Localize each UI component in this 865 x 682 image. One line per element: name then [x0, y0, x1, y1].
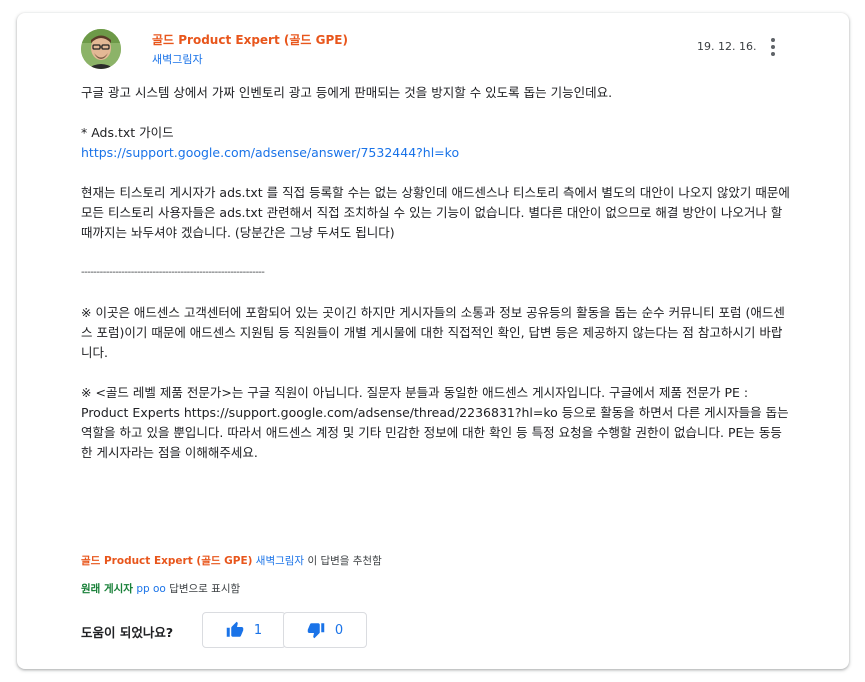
- paragraph-gpe-notice: ※ <골드 레벨 제품 전문가>는 구글 직원이 아닙니다. 질문자 분들과 동…: [81, 385, 789, 460]
- thumb-up-button[interactable]: 1: [202, 612, 286, 648]
- recommender-user[interactable]: 새벽그림자: [256, 555, 304, 567]
- guide-link[interactable]: https://support.google.com/adsense/answe…: [81, 145, 459, 160]
- thumb-down-count: 0: [334, 622, 344, 638]
- paragraph-intro: 구글 광고 시스템 상에서 가짜 인벤토리 광고 등에게 판매되는 것을 방지할…: [81, 85, 613, 100]
- original-poster-label: 원래 게시자: [81, 583, 133, 595]
- post-date: 19. 12. 16.: [697, 40, 757, 53]
- author-username-link[interactable]: 새벽그림자: [152, 51, 203, 67]
- more-vert-icon-dot: [771, 45, 775, 49]
- more-options-button[interactable]: [761, 35, 785, 59]
- thumb-up-icon: [226, 621, 244, 637]
- helpful-question: 도움이 되었나요?: [81, 625, 174, 640]
- paragraph-guide: * Ads.txt 가이드 https://support.google.com…: [81, 123, 791, 163]
- thumb-up-count: 1: [253, 622, 263, 638]
- original-poster-line: 원래 게시자 pp oo 답변으로 표시함: [81, 581, 240, 596]
- paragraph-tistory: 현재는 티스토리 게시자가 ads.txt 를 직접 등록할 수는 없는 상황인…: [81, 185, 790, 240]
- guide-title: * Ads.txt 가이드: [81, 125, 174, 140]
- avatar-portrait-icon: [81, 29, 121, 69]
- avatar[interactable]: [81, 29, 121, 69]
- more-vert-icon-dot: [771, 52, 775, 56]
- recommendation-line: 골드 Product Expert (골드 GPE) 새벽그림자 이 답변을 추…: [81, 553, 382, 568]
- original-poster-user[interactable]: pp oo: [136, 583, 166, 595]
- reply-body: 구글 광고 시스템 상에서 가짜 인벤토리 광고 등에게 판매되는 것을 방지할…: [81, 83, 791, 483]
- original-poster-suffix: 답변으로 표시함: [169, 583, 241, 595]
- thumb-down-button[interactable]: 0: [283, 612, 367, 648]
- divider-line: ----------------------------------------…: [81, 267, 265, 278]
- more-vert-icon: [771, 38, 775, 42]
- author-badge-name[interactable]: 골드 Product Expert (골드 GPE): [152, 31, 348, 48]
- recommendation-suffix: 이 답변을 추천함: [307, 555, 382, 567]
- recommender-badge[interactable]: 골드 Product Expert (골드 GPE): [81, 555, 252, 567]
- thumb-down-icon: [307, 623, 325, 639]
- reply-card: 골드 Product Expert (골드 GPE) 새벽그림자 19. 12.…: [17, 13, 849, 669]
- paragraph-forum-notice: ※ 이곳은 애드센스 고객센터에 포함되어 있는 곳이긴 하지만 게시자들의 소…: [81, 305, 785, 360]
